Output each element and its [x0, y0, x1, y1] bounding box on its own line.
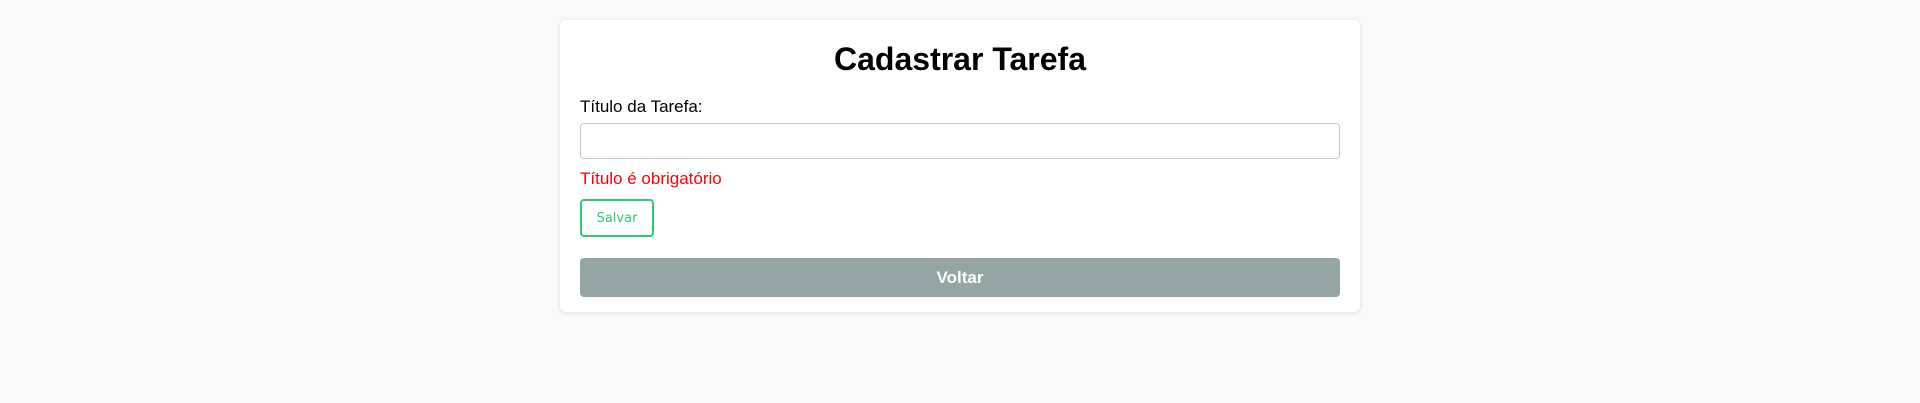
save-button[interactable]: Salvar: [580, 199, 654, 237]
task-form-card: Cadastrar Tarefa Título da Tarefa: Títul…: [560, 20, 1360, 312]
task-title-label: Título da Tarefa:: [580, 97, 703, 116]
validation-error-message: Título é obrigatório: [580, 169, 722, 188]
back-button[interactable]: Voltar: [580, 258, 1340, 297]
task-title-input[interactable]: [580, 123, 1340, 159]
page-title: Cadastrar Tarefa: [834, 41, 1086, 77]
